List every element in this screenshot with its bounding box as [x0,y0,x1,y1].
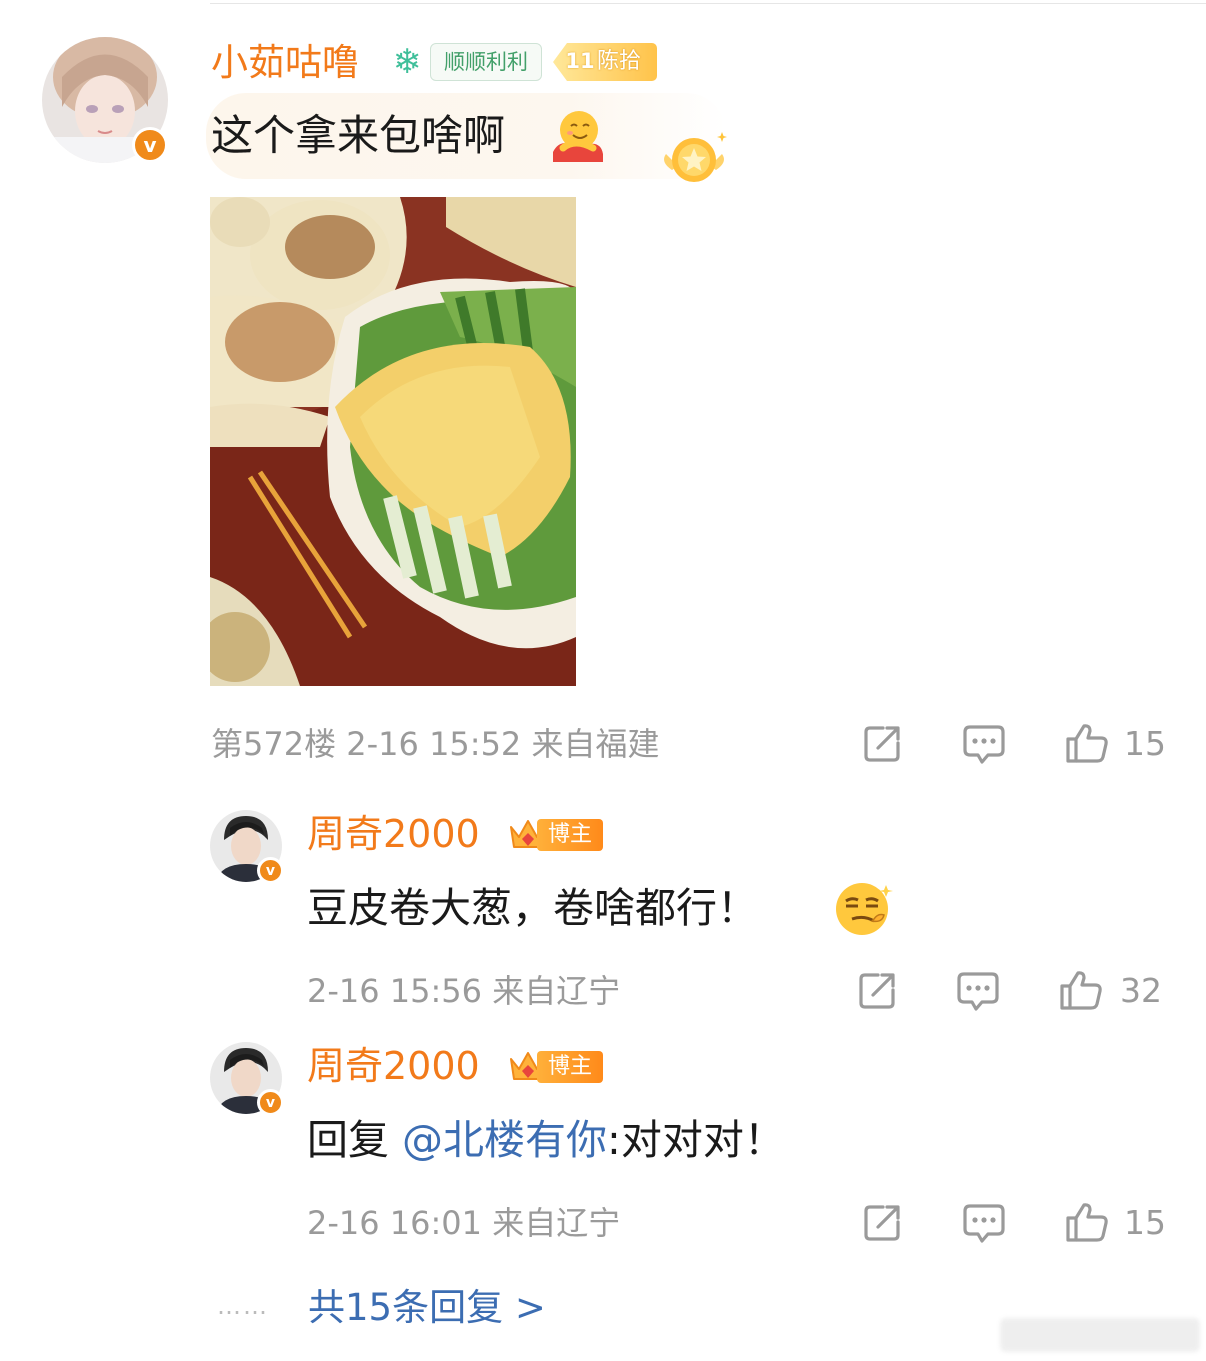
repost-icon [864,726,900,762]
more-dots: …… [217,1292,269,1320]
comment-time: 2-16 15:52 [346,725,522,763]
repost-icon [859,973,895,1009]
star-badge-icon [664,132,727,182]
reply-time: 2-16 16:01 [307,1204,483,1242]
comment-button[interactable] [956,970,1000,1012]
verified-icon: v [257,1089,284,1116]
reply-meta: 2-16 16:01 来自辽宁 [307,1201,620,1245]
comment-photo[interactable] [210,197,576,686]
comment-icon [957,972,999,1011]
comment-text: 这个拿来包啥啊 [211,111,506,160]
verified-icon: v [257,857,284,884]
blogger-badge: 博主 [507,1045,603,1087]
like-count: 15 [1124,724,1166,763]
reply-time: 2-16 15:56 [307,972,483,1010]
snowflake-icon: ❄ [392,42,422,82]
comment-icon [963,1204,1005,1243]
comment-button[interactable] [962,1202,1006,1244]
like-count: 15 [1124,1203,1166,1242]
avatar[interactable]: v [42,37,168,163]
reply-body: :对对对！ [607,1116,785,1164]
username[interactable]: 小茹咕噜 [211,38,359,88]
comment-meta: 第572楼 2-16 15:52 来自福建 [211,722,659,766]
reply-location: 来自辽宁 [492,972,621,1010]
like-button[interactable] [1059,969,1103,1011]
blogger-badge-label: 博主 [537,819,603,851]
reply-username[interactable]: 周奇2000 [307,1041,480,1091]
comment-location: 来自福建 [531,725,660,763]
blogger-badge-label: 博主 [537,1051,603,1083]
level-label: 陈拾 [597,49,642,74]
repost-button[interactable] [856,970,898,1012]
watermark [1000,1318,1200,1352]
like-icon [1066,724,1108,763]
avatar[interactable]: v [210,1042,284,1116]
reply-prefix: 回复 [307,1116,403,1164]
like-count: 32 [1120,971,1162,1010]
reply-meta: 2-16 15:56 来自辽宁 [307,969,620,1013]
reply-location: 来自辽宁 [492,1204,621,1242]
comment-icon [963,725,1005,764]
repost-button[interactable] [861,723,903,765]
reply-username[interactable]: 周奇2000 [307,809,480,859]
smirk-emoji-icon [836,883,893,935]
floor-number: 第572楼 [211,725,337,763]
repost-button[interactable] [861,1202,903,1244]
level-badge[interactable]: 11 陈拾 [553,43,657,81]
like-icon [1060,971,1102,1010]
comment-button[interactable] [962,723,1006,765]
reply-text: 豆皮卷大葱，卷啥都行！ [307,884,758,932]
repost-icon [864,1205,900,1241]
divider [210,3,1206,4]
like-button[interactable] [1065,722,1109,764]
level-number: 11 [565,49,595,73]
like-icon [1066,1203,1108,1242]
verified-icon: v [132,127,168,163]
view-all-replies-link[interactable]: 共15条回复 > [308,1284,546,1332]
like-button[interactable] [1065,1201,1109,1243]
fan-badge[interactable]: ❄ 顺顺利利 [390,43,542,81]
fan-badge-label: 顺顺利利 [430,43,542,81]
avatar[interactable]: v [210,810,284,884]
reply-text: 回复 @北楼有你:对对对！ [307,1112,785,1168]
hug-emoji-icon [553,111,603,162]
blogger-badge: 博主 [507,813,603,855]
mention-link[interactable]: @北楼有你 [402,1116,607,1164]
